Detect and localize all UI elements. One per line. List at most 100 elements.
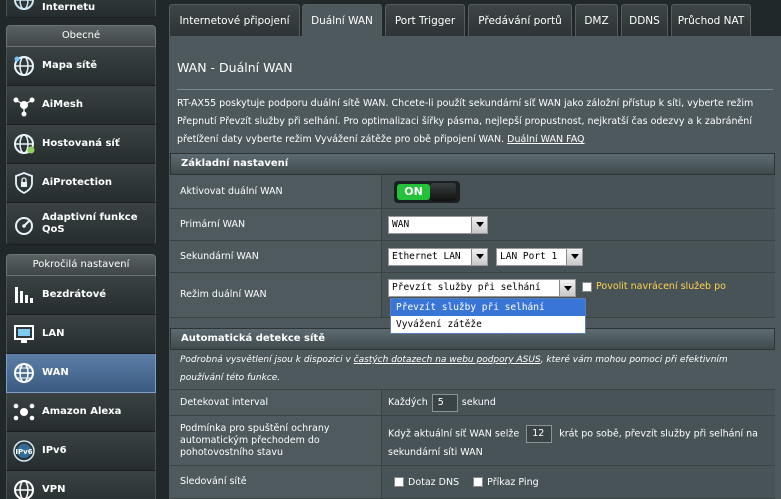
sidebar-item-vpn[interactable]: VPN — [6, 471, 156, 499]
sidebar-item-guest-network[interactable]: Hostovaná síť — [6, 125, 156, 164]
guest-network-icon — [11, 131, 37, 157]
row-enable-dual-wan: Aktivovat duální WAN ON — [170, 175, 775, 209]
note-text: Podrobná vysvětlení jsou k dispozici v — [180, 355, 354, 365]
row-primary-wan: Primární WAN WAN — [170, 209, 775, 241]
tab-internet-connection[interactable]: Internetové připojení — [169, 4, 300, 36]
sidebar: Internetu Obecné Mapa sítě AiMesh Hostov… — [0, 0, 163, 499]
tab-dual-wan[interactable]: Duální WAN — [302, 4, 382, 36]
row-label: Podmínka pro spuštění ochrany automatick… — [170, 416, 382, 465]
row-label: Režim duální WAN — [170, 273, 382, 317]
secondary-port-select[interactable]: LAN Port 1 — [496, 247, 583, 266]
chevron-down-icon — [471, 216, 487, 233]
sidebar-item-lan[interactable]: LAN — [6, 315, 156, 354]
primary-wan-select[interactable]: WAN — [388, 215, 488, 234]
shield-lock-icon — [11, 170, 37, 196]
ipv6-icon: IPv6 — [11, 438, 37, 464]
alexa-icon — [11, 399, 37, 425]
sidebar-item-label: IPv6 — [42, 445, 67, 456]
sidebar-group-header: Obecné — [6, 25, 156, 47]
row-value: Když aktuální síť WAN selže 12 krát po s… — [382, 416, 775, 465]
row-label: Aktivovat duální WAN — [170, 175, 382, 208]
tab-port-trigger[interactable]: Port Trigger — [385, 4, 465, 36]
tab-port-forwarding[interactable]: Předávání portů — [468, 4, 572, 36]
dual-wan-mode-select[interactable]: Převzít služby při selhání — [388, 279, 576, 297]
sidebar-item-label: Hostovaná síť — [42, 138, 120, 149]
tab-ddns[interactable]: DDNS — [621, 4, 668, 36]
select-value: WAN — [392, 218, 410, 230]
chevron-down-icon — [566, 248, 582, 265]
row-label: Sledování sítě — [170, 466, 382, 498]
row-label: Detekovat interval — [170, 390, 382, 415]
sidebar-item-label: LAN — [42, 328, 65, 339]
dual-wan-mode-dropdown: Převzít služby při selhání Vyvážení zátě… — [390, 298, 586, 334]
sidebar-item-label: AiMesh — [42, 99, 83, 110]
title-divider — [177, 89, 773, 90]
dual-wan-toggle[interactable]: ON — [394, 180, 460, 203]
dns-query-checkbox[interactable] — [394, 477, 404, 487]
interval-prefix: Každých — [388, 397, 428, 408]
sidebar-advanced-group: Pokročilá nastavení Bezdrátové LAN WAN A… — [6, 254, 156, 499]
tab-bar: Internetové připojení Duální WAN Port Tr… — [163, 0, 781, 36]
failback-checkbox[interactable] — [582, 282, 592, 292]
section-header-basic: Základní nastavení — [170, 153, 775, 175]
row-secondary-wan: Sekundární WAN Ethernet LAN LAN Port 1 — [170, 241, 775, 273]
row-value: Ethernet LAN LAN Port 1 — [382, 241, 775, 272]
sidebar-item-label: Internetu — [42, 1, 96, 13]
sidebar-item-internet[interactable]: Internetu — [6, 0, 156, 18]
failover-prefix: Když aktuální síť WAN selže — [388, 428, 520, 440]
row-network-monitoring: Sledování sítě Dotaz DNS Příkaz Ping — [170, 466, 775, 499]
sidebar-item-adaptive-qos[interactable]: Adaptivní funkce QoS — [6, 203, 156, 245]
select-value: Převzít služby při selhání — [392, 282, 541, 293]
lan-icon — [11, 321, 37, 347]
sidebar-item-aiprotection[interactable]: AiProtection — [6, 164, 156, 203]
dual-wan-faq-link[interactable]: Duální WAN FAQ — [507, 134, 584, 145]
main-content: Internetové připojení Duální WAN Port Tr… — [163, 0, 781, 499]
globe-icon — [11, 0, 37, 13]
sidebar-item-wan[interactable]: WAN — [6, 354, 156, 393]
mode-option-failover[interactable]: Převzít služby při selhání — [391, 299, 585, 316]
qos-icon — [11, 211, 37, 237]
tab-dmz[interactable]: DMZ — [575, 4, 618, 36]
content-panel: WAN - Duální WAN RT-AX55 poskytuje podpo… — [169, 36, 781, 499]
interval-input[interactable]: 5 — [431, 393, 458, 412]
mesh-icon — [11, 92, 37, 118]
sidebar-item-amazon-alexa[interactable]: Amazon Alexa — [6, 393, 156, 432]
asus-faq-link[interactable]: častých dotazech na webu podpory ASUS — [354, 355, 541, 365]
row-value: WAN — [382, 209, 775, 240]
sidebar-item-network-map[interactable]: Mapa sítě — [6, 47, 156, 86]
row-detect-interval: Detekovat interval Každých 5 sekund — [170, 390, 775, 416]
sidebar-item-label: Bezdrátové — [42, 289, 107, 300]
sidebar-item-label: Amazon Alexa — [42, 406, 122, 417]
select-value: Ethernet LAN — [392, 250, 461, 262]
wan-globe-icon — [11, 360, 37, 386]
page-description: RT-AX55 poskytuje podporu duální sítě WA… — [177, 95, 773, 149]
row-value: Dotaz DNS Příkaz Ping — [382, 466, 775, 498]
globe-icon — [11, 53, 37, 79]
row-value: ON — [382, 175, 775, 208]
sidebar-item-label: VPN — [42, 484, 66, 495]
failover-count-input[interactable]: 12 — [526, 425, 553, 443]
select-value: LAN Port 1 — [500, 250, 558, 262]
sidebar-item-label: WAN — [42, 367, 69, 378]
toggle-on-label: ON — [397, 183, 430, 200]
sidebar-top-group: Internetu — [6, 0, 156, 18]
sidebar-group-header: Pokročilá nastavení — [6, 254, 156, 276]
secondary-wan-select[interactable]: Ethernet LAN — [388, 247, 488, 266]
description-text: RT-AX55 poskytuje podporu duální sítě WA… — [177, 98, 754, 145]
tab-nat-passthrough[interactable]: Průchod NAT — [671, 4, 751, 36]
ping-label: Příkaz Ping — [487, 476, 539, 488]
wireless-icon — [11, 282, 37, 308]
sidebar-item-aimesh[interactable]: AiMesh — [6, 86, 156, 125]
sidebar-item-ipv6[interactable]: IPv6 IPv6 — [6, 432, 156, 471]
vpn-icon — [11, 477, 37, 499]
chevron-down-icon — [471, 248, 487, 265]
mode-option-load-balance[interactable]: Vyvážení zátěže — [391, 316, 585, 333]
failback-label: Povolit navrácení služeb po — [596, 281, 726, 292]
row-label: Primární WAN — [170, 209, 382, 240]
auto-note: Podrobná vysvětlení jsou k dispozici v č… — [170, 350, 775, 389]
ping-checkbox[interactable] — [473, 477, 484, 487]
sidebar-item-label: AiProtection — [42, 177, 112, 188]
sidebar-item-label: Mapa sítě — [42, 60, 98, 71]
sidebar-item-label: Adaptivní funkce QoS — [42, 211, 138, 235]
sidebar-item-wireless[interactable]: Bezdrátové — [6, 276, 156, 315]
